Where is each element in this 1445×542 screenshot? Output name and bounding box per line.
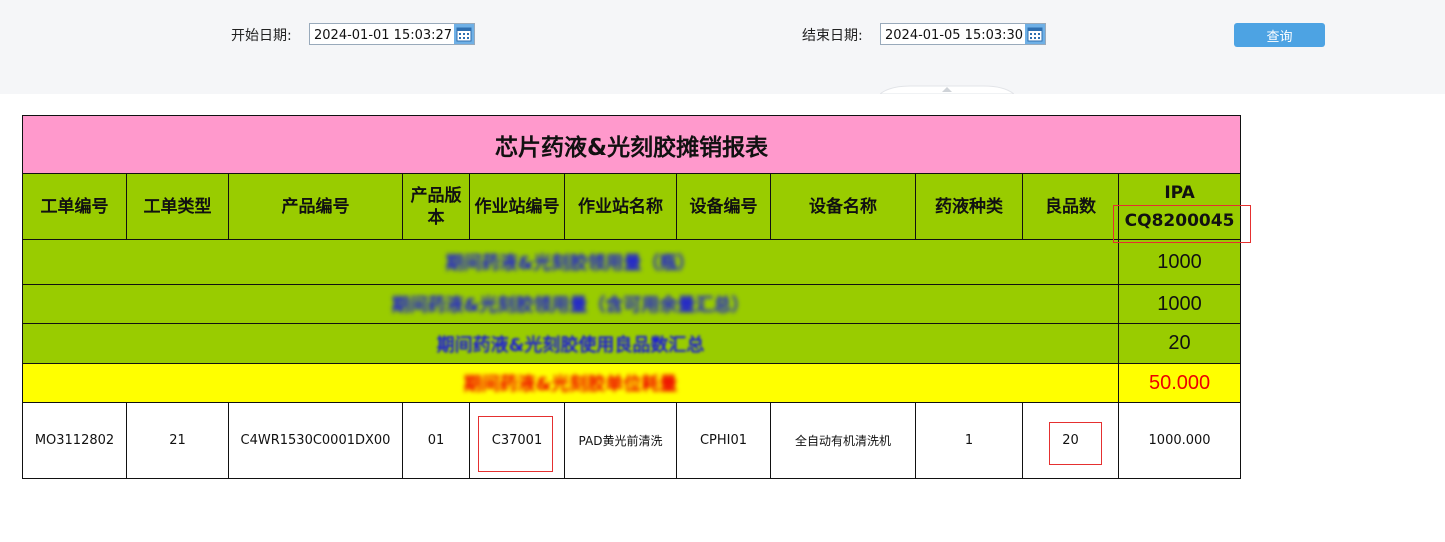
cell-good-qty: 20 [1022, 402, 1119, 479]
query-button[interactable]: 查询 [1234, 23, 1325, 47]
cell-order-type: 21 [126, 402, 229, 479]
chem-name: IPA [1164, 182, 1195, 203]
average-row: 期间药液&光刻胶单位耗量 50.000 [22, 363, 1242, 403]
summary-label: 期间药液&光刻胶领用量（瓶） [445, 253, 696, 274]
header-row: 工单编号 工单类型 产品编号 产品版本 作业站编号 作业站名称 设备编号 设备名… [22, 173, 1242, 240]
cell-equipment-code: CPHI01 [676, 402, 771, 479]
start-date-label: 开始日期: [231, 28, 292, 44]
start-date-field[interactable] [309, 23, 475, 46]
header-product-version: 产品版本 [402, 173, 470, 240]
chem-code-wrapper: CQ8200045 [1125, 210, 1235, 232]
cell-work-order: MO3112802 [22, 402, 127, 479]
cell-product-version: 01 [402, 402, 470, 479]
report-title: 芯片药液&光刻胶摊销报表 [21, 115, 1242, 174]
filter-bar: 开始日期: 结束日期: [0, 0, 1445, 94]
header-good-qty: 良品数 [1022, 173, 1119, 240]
cell-chem-type: 1 [915, 402, 1023, 479]
end-date-input[interactable] [881, 25, 1029, 46]
average-label: 期间药液&光刻胶单位耗量 [463, 374, 678, 395]
cell-station-code: C37001 [469, 402, 565, 479]
summary-value: 1000 [1117, 284, 1242, 324]
header-station-code: 作业站编号 [469, 173, 565, 240]
average-value: 50.000 [1117, 363, 1242, 403]
header-product-code: 产品编号 [228, 173, 403, 240]
cell-equipment-name: 全自动有机清洗机 [770, 402, 916, 479]
summary-row: 期间药液&光刻胶领用量（含可用余量汇总） 1000 [22, 284, 1242, 324]
header-station-name: 作业站名称 [564, 173, 677, 240]
cell-station-name: PAD黄光前清洗 [564, 402, 677, 479]
summary-row: 期间药液&光刻胶使用良品数汇总 20 [22, 323, 1242, 364]
summary-label: 期间药液&光刻胶领用量（含可用余量汇总） [391, 295, 750, 316]
summary-label: 期间药液&光刻胶使用良品数汇总 [436, 334, 705, 356]
report-title-row: 芯片药液&光刻胶摊销报表 [21, 115, 1242, 174]
report-table: 芯片药液&光刻胶摊销报表 工单编号 工单类型 产品编号 产品版本 作业站编号 作… [21, 115, 1242, 479]
summary-value: 20 [1117, 323, 1242, 364]
calendar-icon[interactable] [1025, 24, 1045, 44]
header-equipment-code: 设备编号 [676, 173, 771, 240]
header-equipment-name: 设备名称 [770, 173, 916, 240]
chem-code: CQ8200045 [1124, 210, 1235, 231]
end-date-label: 结束日期: [802, 28, 863, 44]
header-order-type: 工单类型 [126, 173, 229, 240]
header-work-order: 工单编号 [22, 173, 127, 240]
cell-product-code: C4WR1530C0001DX00 [228, 402, 403, 479]
header-chem-column: IPA CQ8200045 [1117, 173, 1242, 240]
summary-row: 期间药液&光刻胶领用量（瓶） 1000 [22, 239, 1242, 285]
calendar-icon[interactable] [454, 24, 474, 44]
collapse-toggle-icon[interactable] [880, 84, 1014, 94]
header-chem-type: 药液种类 [915, 173, 1023, 240]
cell-chem-amount: 1000.000 [1117, 402, 1242, 479]
end-date-field[interactable] [880, 23, 1046, 46]
summary-value: 1000 [1117, 239, 1242, 285]
start-date-input[interactable] [310, 25, 458, 46]
table-row: MO3112802 21 C4WR1530C0001DX00 01 C37001… [22, 402, 1242, 479]
